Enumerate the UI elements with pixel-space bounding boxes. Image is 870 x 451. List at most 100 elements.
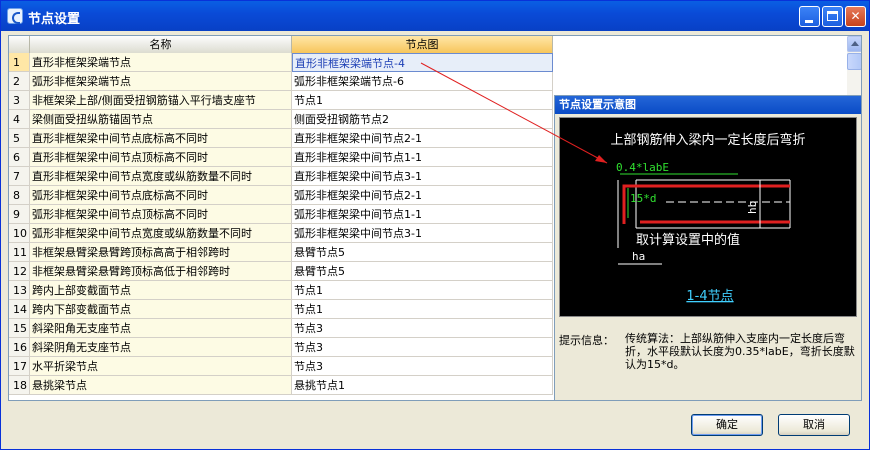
row-number[interactable]: 11 [9, 243, 30, 262]
diagram-note: 取计算设置中的值 [636, 232, 740, 248]
diagram-heading: 上部钢筋伸入梁内一定长度后弯折 [610, 132, 805, 148]
row-node-cell[interactable]: 节点1 [292, 300, 553, 319]
row-name-cell[interactable]: 直形非框架梁中间节点底标高不同时 [30, 129, 292, 148]
ok-button[interactable]: 确定 [691, 414, 763, 436]
window-title: 节点设置 [28, 12, 81, 27]
table-row[interactable]: 18 悬挑梁节点 悬挑节点1 [9, 376, 553, 395]
table-row[interactable]: 10 弧形非框架梁中间节点宽度或纵筋数量不同时 弧形非框架梁中间节点3-1 [9, 224, 553, 243]
row-node-cell[interactable]: 直形非框架梁中间节点2-1 [292, 129, 553, 148]
row-number[interactable]: 16 [9, 338, 30, 357]
row-node-cell[interactable]: 节点3 [292, 357, 553, 376]
minimize-button[interactable] [799, 6, 820, 27]
table-row[interactable]: 2 弧形非框架梁端节点 弧形非框架梁端节点-6 [9, 72, 553, 91]
row-name-cell[interactable]: 斜梁阴角无支座节点 [30, 338, 292, 357]
table-row[interactable]: 11 非框架悬臂梁悬臂跨顶标高高于相邻跨时 悬臂节点5 [9, 243, 553, 262]
row-name-cell[interactable]: 弧形非框架梁中间节点宽度或纵筋数量不同时 [30, 224, 292, 243]
scroll-up-icon[interactable] [847, 36, 861, 52]
row-node-cell[interactable]: 节点1 [292, 91, 553, 110]
row-number[interactable]: 1 [9, 53, 30, 72]
scroll-thumb[interactable] [847, 53, 861, 70]
table-row[interactable]: 14 跨内下部变截面节点 节点1 [9, 300, 553, 319]
row-name-cell[interactable]: 弧形非框架梁中间节点顶标高不同时 [30, 205, 292, 224]
row-number[interactable]: 4 [9, 110, 30, 129]
table-row[interactable]: 13 跨内上部变截面节点 节点1 [9, 281, 553, 300]
row-node-cell[interactable]: 弧形非框架梁中间节点1-1 [292, 205, 553, 224]
row-number[interactable]: 14 [9, 300, 30, 319]
dim-right-label: hb [746, 201, 759, 214]
row-name-cell[interactable]: 跨内下部变截面节点 [30, 300, 292, 319]
row-node-cell[interactable]: 悬臂节点5 [292, 243, 553, 262]
row-node-cell[interactable]: 悬挑节点1 [292, 376, 553, 395]
row-number[interactable]: 15 [9, 319, 30, 338]
row-number[interactable]: 10 [9, 224, 30, 243]
row-node-cell[interactable]: 弧形非框架梁端节点-6 [292, 72, 553, 91]
row-number[interactable]: 7 [9, 167, 30, 186]
row-node-cell[interactable]: 侧面受扭钢筋节点2 [292, 110, 553, 129]
node-diagram: 上部钢筋伸入梁内一定长度后弯折 0.4*labE 15*d hb 取计算设置中的… [559, 117, 857, 317]
table-row[interactable]: 16 斜梁阴角无支座节点 节点3 [9, 338, 553, 357]
table-row[interactable]: 1 直形非框架梁端节点 直形非框架梁端节点-4 [9, 53, 553, 72]
table-row[interactable]: 4 梁侧面受扭纵筋锚固节点 侧面受扭钢筋节点2 [9, 110, 553, 129]
preview-title: 节点设置示意图 [555, 96, 861, 114]
table-row[interactable]: 8 弧形非框架梁中间节点底标高不同时 弧形非框架梁中间节点2-1 [9, 186, 553, 205]
row-node-cell[interactable]: 悬臂节点5 [292, 262, 553, 281]
row-number[interactable]: 18 [9, 376, 30, 395]
header-node[interactable]: 节点图 [292, 36, 553, 53]
row-number[interactable]: 5 [9, 129, 30, 148]
header-name[interactable]: 名称 [30, 36, 292, 53]
row-node-cell[interactable]: 直形非框架梁中间节点1-1 [292, 148, 553, 167]
row-name-cell[interactable]: 直形非框架梁中间节点宽度或纵筋数量不同时 [30, 167, 292, 186]
row-number[interactable]: 13 [9, 281, 30, 300]
row-name-cell[interactable]: 梁侧面受扭纵筋锚固节点 [30, 110, 292, 129]
hint-text: 传统算法：上部纵筋伸入支座内一定长度后弯折，水平段默认长度为0.35*labE，… [625, 332, 855, 371]
row-number[interactable]: 8 [9, 186, 30, 205]
table-row[interactable]: 7 直形非框架梁中间节点宽度或纵筋数量不同时 直形非框架梁中间节点3-1 [9, 167, 553, 186]
close-button[interactable]: ✕ [845, 6, 866, 27]
table-row[interactable]: 12 非框架悬臂梁悬臂跨顶标高低于相邻跨时 悬臂节点5 [9, 262, 553, 281]
app-icon [7, 8, 23, 24]
hint-label: 提示信息： [559, 334, 614, 347]
row-name-cell[interactable]: 跨内上部变截面节点 [30, 281, 292, 300]
row-number[interactable]: 17 [9, 357, 30, 376]
row-number[interactable]: 3 [9, 91, 30, 110]
row-name-cell[interactable]: 直形非框架梁中间节点顶标高不同时 [30, 148, 292, 167]
row-name-cell[interactable]: 非框架悬臂梁悬臂跨顶标高高于相邻跨时 [30, 243, 292, 262]
table-row[interactable]: 15 斜梁阳角无支座节点 节点3 [9, 319, 553, 338]
row-name-cell[interactable]: 直形非框架梁端节点 [30, 53, 292, 72]
row-node-cell[interactable]: 直形非框架梁端节点-4 [292, 53, 553, 72]
table-row[interactable]: 9 弧形非框架梁中间节点顶标高不同时 弧形非框架梁中间节点1-1 [9, 205, 553, 224]
table-row[interactable]: 6 直形非框架梁中间节点顶标高不同时 直形非框架梁中间节点1-1 [9, 148, 553, 167]
dim-top-label: 0.4*labE [616, 161, 669, 174]
node-diagram-svg: 上部钢筋伸入梁内一定长度后弯折 0.4*labE 15*d hb 取计算设置中的… [610, 132, 805, 304]
row-name-cell[interactable]: 弧形非框架梁中间节点底标高不同时 [30, 186, 292, 205]
row-name-cell[interactable]: 斜梁阳角无支座节点 [30, 319, 292, 338]
table-row[interactable]: 3 非框架梁上部/侧面受扭钢筋锚入平行墙支座节 节点1 [9, 91, 553, 110]
dim-left-label: 15*d [630, 192, 657, 205]
node-settings-dialog: 节点设置 ✕ 名称 节点图 1 直形非框架梁端节点 直形非框架梁端节点-4 2 弧形非框… [0, 0, 870, 450]
node-preview-panel: 节点设置示意图 上部钢筋伸入梁内一定长度后弯折 0.4*labE 15*d hb… [554, 95, 862, 401]
row-node-cell[interactable]: 节点1 [292, 281, 553, 300]
row-number[interactable]: 12 [9, 262, 30, 281]
cancel-button[interactable]: 取消 [778, 414, 850, 436]
row-node-cell[interactable]: 弧形非框架梁中间节点2-1 [292, 186, 553, 205]
row-name-cell[interactable]: 弧形非框架梁端节点 [30, 72, 292, 91]
row-number[interactable]: 6 [9, 148, 30, 167]
grid-header: 名称 节点图 [9, 36, 553, 54]
dim-bottom-label: ha [632, 250, 645, 263]
row-node-cell[interactable]: 节点3 [292, 338, 553, 357]
row-node-cell[interactable]: 直形非框架梁中间节点3-1 [292, 167, 553, 186]
row-name-cell[interactable]: 悬挑梁节点 [30, 376, 292, 395]
row-name-cell[interactable]: 非框架梁上部/侧面受扭钢筋锚入平行墙支座节 [30, 91, 292, 110]
row-node-cell[interactable]: 节点3 [292, 319, 553, 338]
header-row-number [9, 36, 30, 53]
diagram-caption: 1-4节点 [686, 289, 733, 304]
maximize-button[interactable] [822, 6, 843, 27]
row-name-cell[interactable]: 水平折梁节点 [30, 357, 292, 376]
row-name-cell[interactable]: 非框架悬臂梁悬臂跨顶标高低于相邻跨时 [30, 262, 292, 281]
row-number[interactable]: 2 [9, 72, 30, 91]
table-row[interactable]: 5 直形非框架梁中间节点底标高不同时 直形非框架梁中间节点2-1 [9, 129, 553, 148]
title-bar: 节点设置 ✕ [1, 1, 869, 31]
row-number[interactable]: 9 [9, 205, 30, 224]
row-node-cell[interactable]: 弧形非框架梁中间节点3-1 [292, 224, 553, 243]
table-row[interactable]: 17 水平折梁节点 节点3 [9, 357, 553, 376]
